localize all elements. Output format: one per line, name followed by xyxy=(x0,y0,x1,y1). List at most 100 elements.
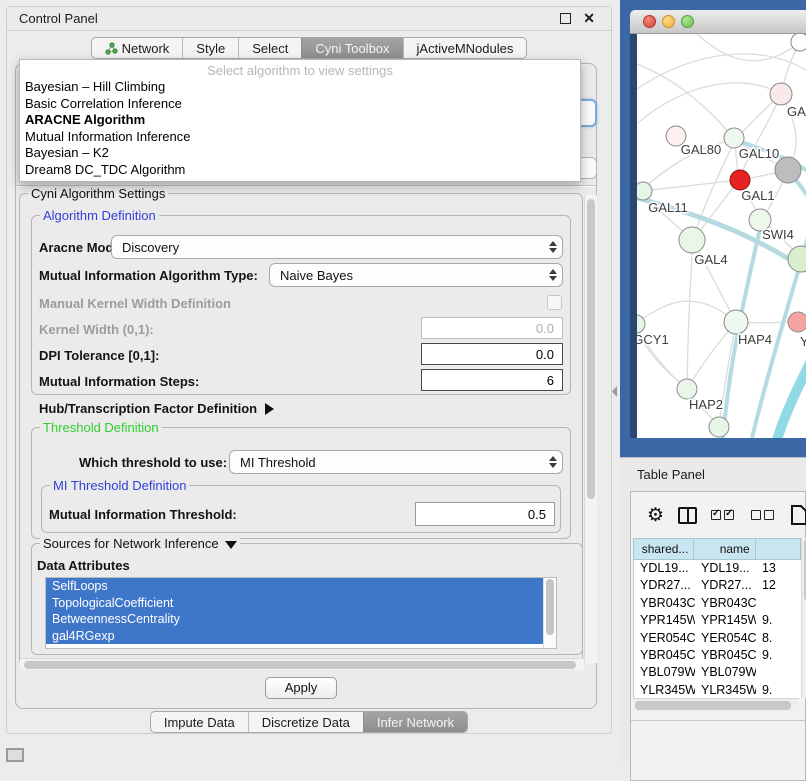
table-cell[interactable]: YER054C xyxy=(634,630,695,647)
tab-style[interactable]: Style xyxy=(182,38,238,58)
attribute-list-item[interactable]: SelfLoops xyxy=(46,578,543,595)
table-cell[interactable]: YBR043C xyxy=(695,595,756,612)
aracne-mode-combo[interactable]: Discovery xyxy=(111,235,563,259)
table-row[interactable]: YPR145WYPR145W9. xyxy=(634,612,801,629)
settings-vertical-scrollbar[interactable] xyxy=(584,195,597,663)
algorithm-option[interactable]: ARACNE Algorithm xyxy=(20,112,580,129)
table-cell[interactable]: YBL079W xyxy=(695,664,756,681)
table-cell[interactable]: YBR045C xyxy=(695,647,756,664)
deselect-all-checkboxes-icon[interactable] xyxy=(751,510,777,520)
control-panel-titlebar[interactable]: Control Panel ✕ xyxy=(7,7,611,31)
table-row[interactable]: YDL19...YDL19...13 xyxy=(634,560,801,577)
network-edge[interactable] xyxy=(637,64,735,140)
columns-icon[interactable] xyxy=(678,507,697,524)
close-panel-icon[interactable]: ✕ xyxy=(583,10,595,27)
network-edge[interactable] xyxy=(739,94,781,180)
node-hap2[interactable] xyxy=(677,379,697,399)
node-gal1[interactable] xyxy=(730,170,750,190)
table-cell[interactable]: YDL19... xyxy=(695,560,756,577)
mi-type-combo[interactable]: Naive Bayes xyxy=(269,263,563,287)
table-cell[interactable]: 13 xyxy=(756,560,801,577)
network-edge[interactable] xyxy=(640,180,739,191)
node-gal10[interactable] xyxy=(724,128,744,148)
network-edge-highlighted[interactable] xyxy=(777,359,806,438)
table-cell[interactable]: 12 xyxy=(756,577,801,594)
algorithm-option[interactable]: Basic Correlation Inference xyxy=(20,96,580,113)
table-cell[interactable]: YBR045C xyxy=(634,647,695,664)
select-all-checkboxes-icon[interactable] xyxy=(711,510,737,520)
node-right-green[interactable] xyxy=(788,246,806,272)
table-row[interactable]: YBL079WYBL079W xyxy=(634,664,801,681)
tab-jactivemnodules[interactable]: jActiveMNodules xyxy=(403,38,527,58)
tab-network[interactable]: Network xyxy=(92,38,183,58)
node-unlabeled-top[interactable] xyxy=(791,34,806,51)
table-row[interactable]: YBR043CYBR043C xyxy=(634,595,801,612)
network-edge[interactable] xyxy=(687,240,693,389)
node-bottom-green[interactable] xyxy=(709,417,729,437)
dock-grip-icon[interactable] xyxy=(6,748,24,762)
splitter-collapse-handle[interactable] xyxy=(612,386,617,397)
attributes-list-scrollbar[interactable] xyxy=(543,578,556,648)
attribute-list-item[interactable]: gal4RGexp xyxy=(46,628,543,645)
algorithm-option[interactable]: Dream8 DC_TDC Algorithm xyxy=(20,162,580,179)
attribute-list-item[interactable]: TopologicalCoefficient xyxy=(46,595,543,612)
sources-group-toggle[interactable]: Sources for Network Inference xyxy=(40,536,240,551)
table-cell[interactable]: YLR345W xyxy=(695,682,756,698)
tab-discretize-data[interactable]: Discretize Data xyxy=(248,712,363,732)
tab-infer-network[interactable]: Infer Network xyxy=(363,712,467,732)
tab-cyni-toolbox[interactable]: Cyni Toolbox xyxy=(301,38,402,58)
table-cell[interactable]: YPR145W xyxy=(695,612,756,629)
network-edge[interactable] xyxy=(637,301,736,325)
node-gal-clipped[interactable] xyxy=(770,83,792,105)
which-threshold-combo[interactable]: MI Threshold xyxy=(229,450,563,474)
apply-button[interactable]: Apply xyxy=(265,677,337,699)
table-cell[interactable]: 9. xyxy=(756,647,801,664)
column-header[interactable]: name xyxy=(694,538,755,560)
node-hap4[interactable] xyxy=(724,310,748,334)
column-header[interactable]: shared... xyxy=(633,538,694,560)
network-edge[interactable] xyxy=(637,83,781,129)
algorithm-option[interactable]: Mutual Information Inference xyxy=(20,129,580,146)
table-cell[interactable]: YDR27... xyxy=(634,577,695,594)
settings-horizontal-scrollbar[interactable] xyxy=(20,658,584,670)
node-gal4[interactable] xyxy=(679,227,705,253)
table-row[interactable]: YBR045CYBR045C9. xyxy=(634,647,801,664)
table-cell[interactable]: YPR145W xyxy=(634,612,695,629)
node-gal11[interactable] xyxy=(637,182,652,200)
tab-impute-data[interactable]: Impute Data xyxy=(151,712,248,732)
algorithm-option[interactable]: Bayesian – Hill Climbing xyxy=(20,79,580,96)
table-cell[interactable]: YLR345W xyxy=(634,682,695,698)
hub-section-toggle[interactable]: Hub/Transcription Factor Definition xyxy=(39,401,274,416)
close-traffic-light[interactable] xyxy=(643,15,656,28)
network-window-titlebar[interactable] xyxy=(630,10,806,34)
node-y-clipped[interactable] xyxy=(788,312,806,332)
zoom-traffic-light[interactable] xyxy=(681,15,694,28)
table-cell[interactable]: YER054C xyxy=(695,630,756,647)
table-cell[interactable]: 9. xyxy=(756,612,801,629)
mi-threshold-field[interactable] xyxy=(415,502,555,526)
table-row[interactable]: YLR345WYLR345W9. xyxy=(634,682,801,698)
table-cell[interactable] xyxy=(756,595,801,612)
table-cell[interactable] xyxy=(756,664,801,681)
table-row[interactable]: YDR27...YDR27...12 xyxy=(634,577,801,594)
node-gray[interactable] xyxy=(775,157,801,183)
table-cell[interactable]: YBL079W xyxy=(634,664,695,681)
table-vertical-scrollbar[interactable] xyxy=(801,538,806,698)
attribute-list-item[interactable]: BetweennessCentrality xyxy=(46,611,543,628)
minimize-traffic-light[interactable] xyxy=(662,15,675,28)
table-cell[interactable]: YBR043C xyxy=(634,595,695,612)
tab-select[interactable]: Select xyxy=(238,38,301,58)
column-header[interactable] xyxy=(756,538,801,560)
gear-icon[interactable]: ⚙ xyxy=(647,506,664,525)
mi-steps-field[interactable] xyxy=(421,369,563,391)
document-icon[interactable] xyxy=(791,505,806,525)
table-cell[interactable]: YDR27... xyxy=(695,577,756,594)
table-cell[interactable]: YDL19... xyxy=(634,560,695,577)
table-row[interactable]: YER054CYER054C8. xyxy=(634,630,801,647)
dpi-tolerance-field[interactable] xyxy=(421,343,563,365)
table-horizontal-scrollbar[interactable] xyxy=(633,698,799,711)
table-cell[interactable]: 8. xyxy=(756,630,801,647)
network-canvas[interactable]: GALGAL80GAL10GAL1GAL11SWI4GAL4GCY1HAP4YH… xyxy=(630,34,806,438)
kernel-width-field[interactable] xyxy=(421,317,563,339)
table-cell[interactable]: 9. xyxy=(756,682,801,698)
